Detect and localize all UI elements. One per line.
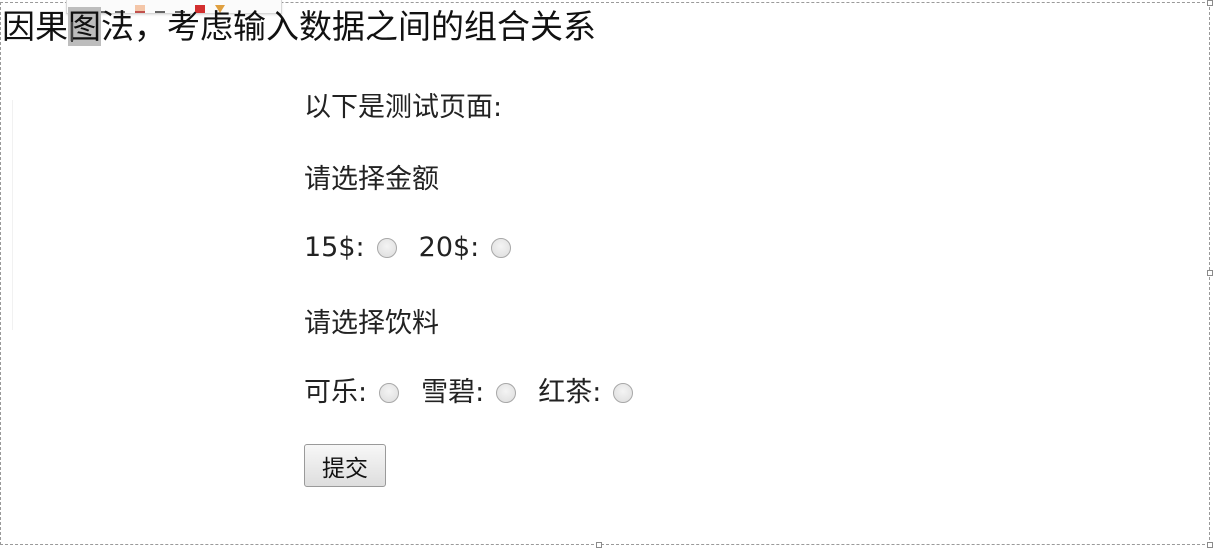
drink-option-label: 可乐: (304, 377, 368, 408)
amount-options: 15$: 20$: (304, 230, 533, 266)
amount-15-radio[interactable] (376, 238, 397, 258)
cola-radio[interactable] (379, 383, 400, 403)
drink-options: 可乐: 雪碧: 红茶: (304, 375, 655, 411)
slide-heading[interactable]: 因果图法，考虑输入数据之间的组合关系 (2, 4, 596, 50)
heading-text-after: 法，考虑输入数据之间的组合关系 (101, 7, 596, 46)
divider (12, 100, 13, 330)
resize-handle-bottom[interactable] (596, 542, 602, 548)
amount-20-radio[interactable] (491, 238, 512, 258)
amount-option-label: 15$: (304, 232, 365, 263)
drink-label: 请选择饮料 (304, 308, 439, 339)
resize-handle-bottom-right[interactable] (1207, 542, 1213, 548)
heading-text-before: 因果 (2, 7, 68, 46)
amount-label: 请选择金额 (304, 164, 439, 195)
amount-option-label: 20$: (418, 232, 480, 263)
slide-text-frame[interactable] (0, 2, 1210, 545)
intro-text: 以下是测试页面: (304, 92, 503, 123)
black-tea-radio[interactable] (613, 383, 634, 403)
resize-handle-right[interactable] (1207, 270, 1213, 276)
text-cursor (71, 22, 73, 42)
drink-option-label: 雪碧: (421, 377, 485, 408)
sprite-radio[interactable] (496, 383, 517, 403)
resize-handle-top-right[interactable] (1207, 0, 1213, 6)
submit-button[interactable]: 提交 (304, 444, 386, 487)
drink-option-label: 红茶: (538, 377, 602, 408)
